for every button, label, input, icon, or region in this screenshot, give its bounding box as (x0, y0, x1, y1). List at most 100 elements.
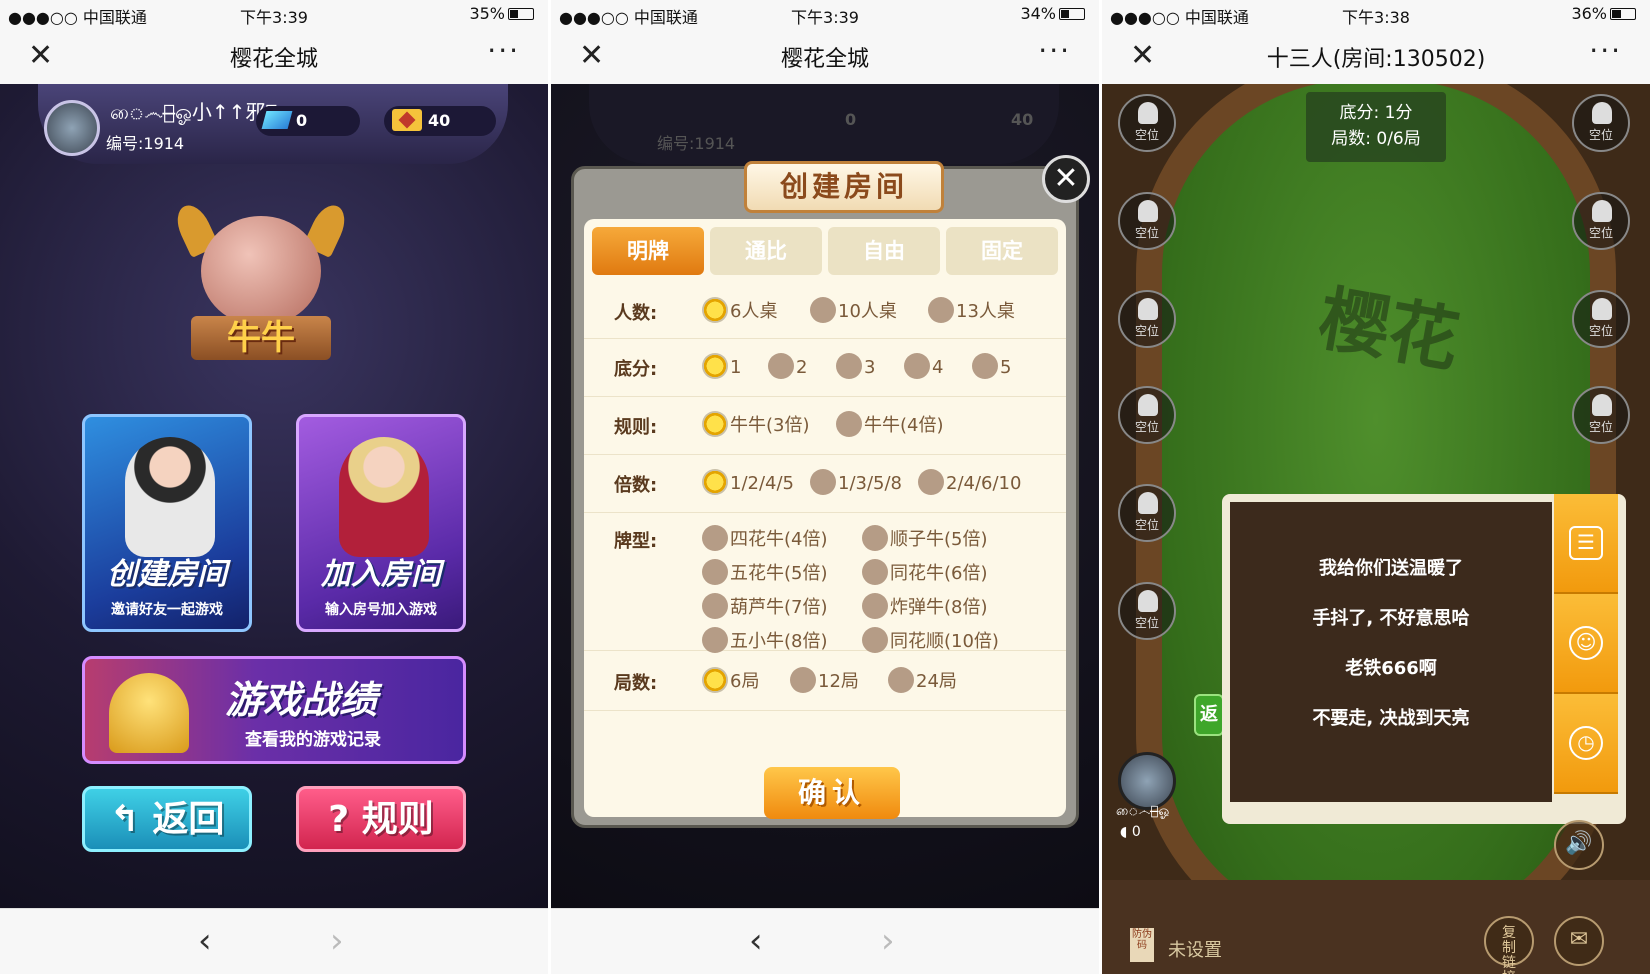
rounds-option-6[interactable]: 6局 (702, 667, 759, 693)
multiplier-option-1[interactable]: 1/2/4/5 (702, 469, 794, 495)
base-option-3[interactable]: 3 (836, 353, 875, 379)
hand-type-option[interactable]: 四花牛(4倍) (702, 525, 828, 551)
forward-arrow-icon[interactable]: › (881, 921, 895, 961)
game-content: 樱花 底分: 1分 局数: 0/6局 空位 空位 空位 空位 空位 空位 空位 … (1102, 84, 1650, 974)
tab-tongbi[interactable]: 通比 (710, 227, 822, 275)
tab-mingpai[interactable]: 明牌 (592, 227, 704, 275)
radio-icon (810, 469, 836, 495)
create-room-title: 创建房间 (107, 557, 227, 592)
hand-type-option[interactable]: 炸弹牛(8倍) (862, 593, 988, 619)
base-option-1[interactable]: 1 (702, 353, 741, 379)
ticket-balance[interactable]: 40 (384, 106, 496, 136)
dealer-girl-icon (125, 437, 215, 557)
nav-bar: ✕ 十三人(房间:130502) ··· (1102, 28, 1650, 84)
empty-seat[interactable]: 空位 (1572, 386, 1630, 444)
battery-icon (508, 8, 534, 20)
copy-link-button[interactable]: 复制链接 (1484, 916, 1534, 974)
radio-icon (918, 469, 944, 495)
empty-seat[interactable]: 空位 (1118, 192, 1176, 250)
join-room-button[interactable]: 加入房间 输入房号加入游戏 (296, 414, 466, 632)
player-name: ை෴ฏ̶̶ஓ (1116, 804, 1170, 819)
rounds-option-12[interactable]: 12局 (790, 667, 859, 693)
status-bar: ●●●○○ 中国联通 下午3:38 36% (1102, 0, 1650, 28)
tab-text-messages[interactable]: ☰ (1554, 494, 1618, 594)
hand-type-option[interactable]: 五小牛(8倍) (702, 627, 828, 653)
bull-mascot-icon (201, 216, 321, 326)
clock: 下午3:39 (791, 8, 859, 27)
tab-guding[interactable]: 固定 (946, 227, 1058, 275)
players-option-6[interactable]: 6人桌 (702, 297, 777, 323)
players-label: 人数: (614, 303, 658, 324)
game-records-button[interactable]: 游戏战绩 查看我的游戏记录 (82, 656, 466, 764)
dialog-close-button[interactable]: ✕ (1042, 155, 1090, 203)
rounds-option-24[interactable]: 24局 (888, 667, 957, 693)
base-option-4[interactable]: 4 (904, 353, 943, 379)
base-option-2[interactable]: 2 (768, 353, 807, 379)
hand-type-option[interactable]: 五花牛(5倍) (702, 559, 828, 585)
unset-label: 未设置 (1168, 940, 1222, 961)
ticket-icon (392, 109, 422, 131)
battery: 34% (1020, 4, 1085, 23)
join-room-title: 加入房间 (321, 557, 441, 592)
avatar[interactable] (44, 100, 100, 156)
clock-icon: ◷ (1569, 726, 1603, 760)
rules-label: 规则: (614, 417, 658, 438)
avatar[interactable] (1118, 752, 1176, 810)
empty-seat[interactable]: 空位 (1118, 290, 1176, 348)
empty-seat[interactable]: 空位 (1118, 94, 1176, 152)
back-button[interactable]: ↰ 返回 (82, 786, 252, 852)
rules-option-3x[interactable]: 牛牛(3倍) (702, 411, 810, 437)
person-icon (1138, 298, 1158, 320)
more-button[interactable]: ··· (487, 34, 520, 67)
more-button[interactable]: ··· (1589, 34, 1622, 67)
chat-message[interactable]: 老铁666啊 (1230, 654, 1552, 680)
tab-ziyou[interactable]: 自由 (828, 227, 940, 275)
chat-message[interactable]: 手抖了, 不好意思哈 (1230, 604, 1552, 630)
players-option-10[interactable]: 10人桌 (810, 297, 897, 323)
hand-type-option[interactable]: 葫芦牛(7倍) (702, 593, 828, 619)
empty-seat[interactable]: 空位 (1118, 582, 1176, 640)
empty-seat[interactable]: 空位 (1572, 290, 1630, 348)
person-icon (1138, 492, 1158, 514)
dimmed-user-bar: 编号:1914 0 40 (589, 84, 1059, 164)
smiley-icon: ☺ (1569, 626, 1603, 660)
chat-bubble-icon[interactable]: ✉ (1554, 916, 1604, 966)
person-icon (1138, 590, 1158, 612)
chat-message[interactable]: 我给你们送温暖了 (1230, 554, 1552, 580)
more-button[interactable]: ··· (1038, 34, 1071, 67)
create-room-button[interactable]: 创建房间 邀请好友一起游戏 (82, 414, 252, 632)
person-icon (1592, 102, 1612, 124)
radio-icon (888, 667, 914, 693)
tab-emoji[interactable]: ☺ (1554, 594, 1618, 694)
empty-seat[interactable]: 空位 (1572, 94, 1630, 152)
tab-history[interactable]: ◷ (1554, 694, 1618, 794)
close-button[interactable]: ✕ (1130, 38, 1155, 73)
forward-arrow-icon[interactable]: › (330, 921, 344, 961)
close-button[interactable]: ✕ (28, 38, 53, 73)
empty-seat[interactable]: 空位 (1118, 386, 1176, 444)
hand-type-option[interactable]: 同花牛(6倍) (862, 559, 988, 585)
back-arrow-icon[interactable]: ‹ (198, 921, 212, 961)
mode-tabs: 明牌 通比 自由 固定 (592, 227, 1058, 277)
checkbox-icon (862, 559, 888, 585)
back-arrow-icon[interactable]: ‹ (749, 921, 763, 961)
return-button[interactable]: 返 (1194, 694, 1224, 736)
rules-button[interactable]: ? 规则 (296, 786, 466, 852)
close-button[interactable]: ✕ (579, 38, 604, 73)
hand-type-option[interactable]: 顺子牛(5倍) (862, 525, 988, 551)
rules-option-4x[interactable]: 牛牛(4倍) (836, 411, 944, 437)
multiplier-option-2[interactable]: 1/3/5/8 (810, 469, 902, 495)
base-option-5[interactable]: 5 (972, 353, 1011, 379)
status-bar: ●●●○○ 中国联通 下午3:39 35% (0, 0, 548, 28)
empty-seat[interactable]: 空位 (1572, 192, 1630, 250)
multiplier-option-3[interactable]: 2/4/6/10 (918, 469, 1021, 495)
radio-selected-icon (702, 297, 728, 323)
multiplier-row: 倍数: 1/2/4/5 1/3/5/8 2/4/6/10 (584, 455, 1066, 513)
players-option-13[interactable]: 13人桌 (928, 297, 1015, 323)
confirm-button[interactable]: 确认 (764, 767, 900, 819)
empty-seat[interactable]: 空位 (1118, 484, 1176, 542)
speaker-icon[interactable]: 🔊 (1554, 820, 1604, 870)
diamond-balance[interactable]: 0 (256, 106, 360, 136)
hand-type-option[interactable]: 同花顺(10倍) (862, 627, 999, 653)
chat-message[interactable]: 不要走, 决战到天亮 (1230, 704, 1552, 730)
